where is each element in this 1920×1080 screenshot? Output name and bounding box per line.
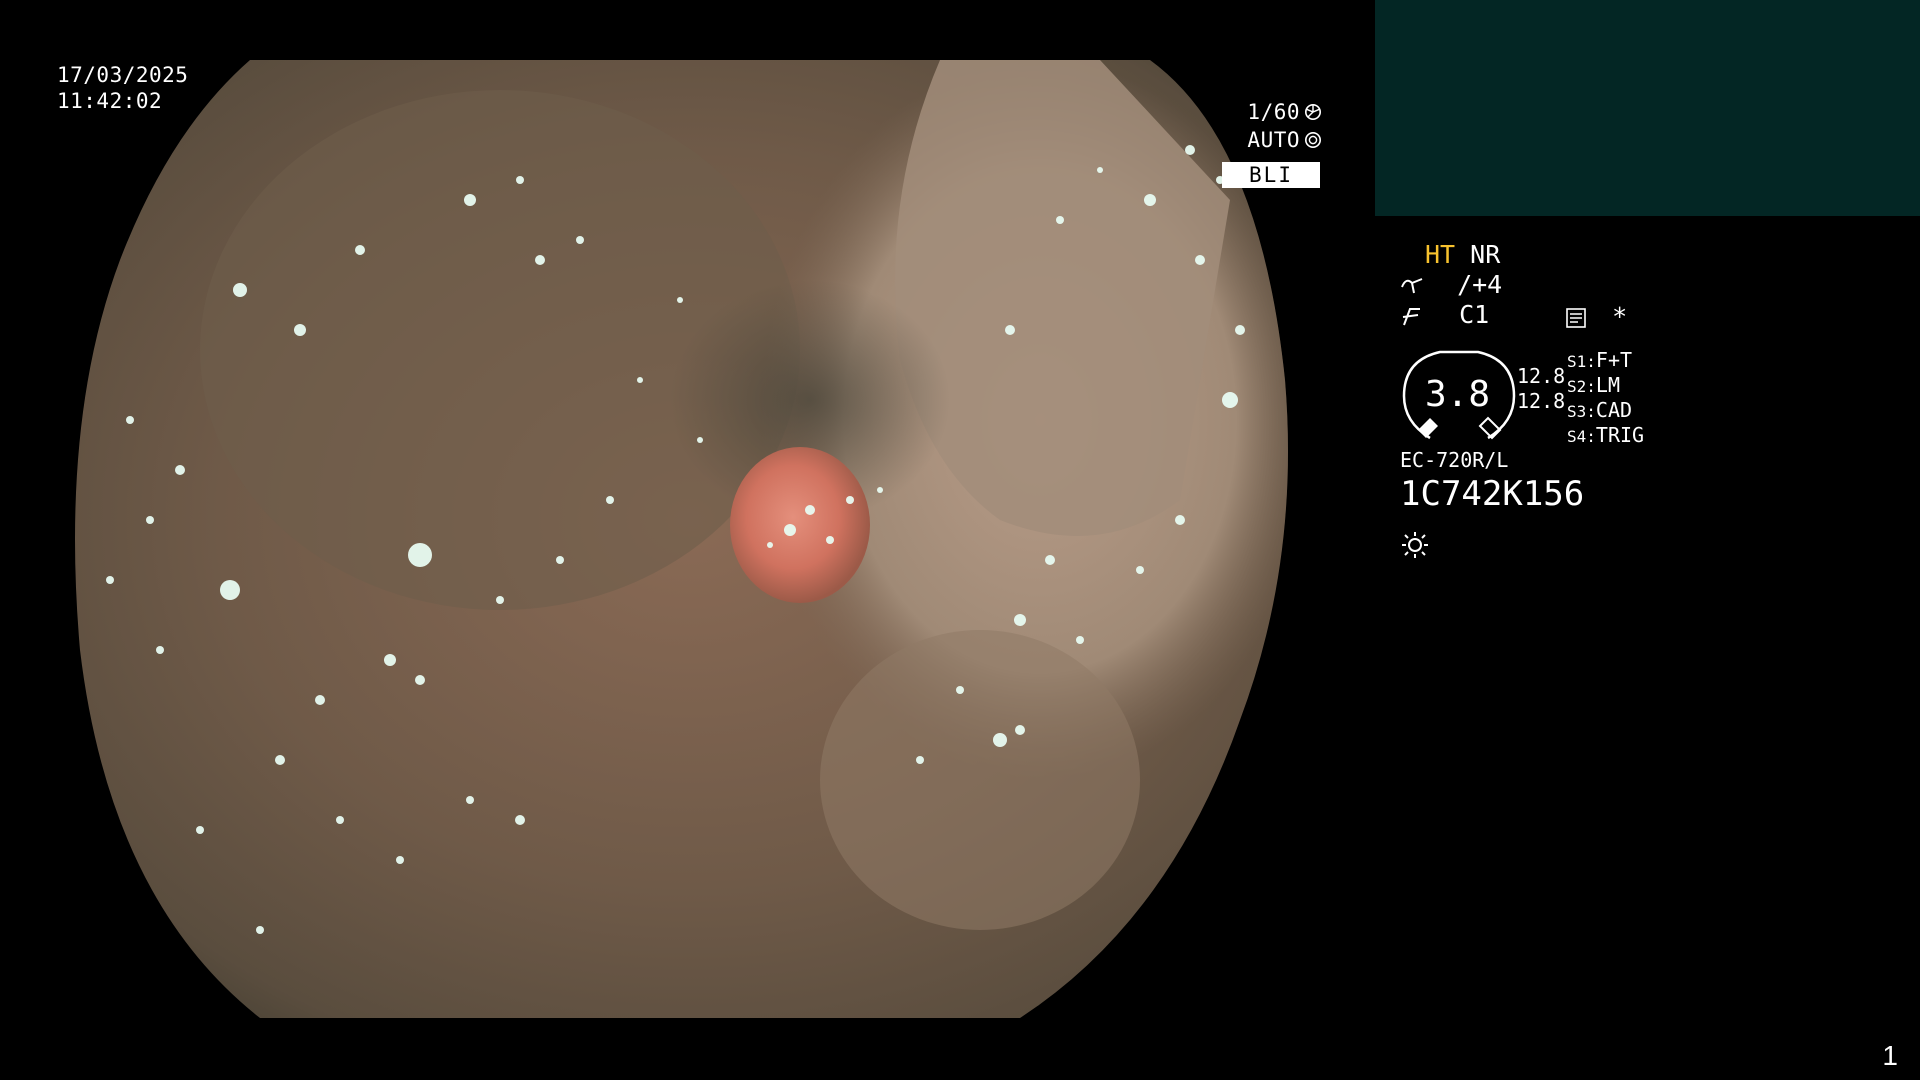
endoscope-view xyxy=(75,60,1288,1018)
color-mode-icon xyxy=(1402,308,1420,326)
switch-row: S4:TRIG xyxy=(1567,423,1644,448)
color-row: C1 xyxy=(1400,300,1489,330)
iris-icon xyxy=(1304,131,1322,149)
switch-row: S1:F+T xyxy=(1567,348,1644,373)
scale-top-value: 12.8 xyxy=(1517,364,1566,388)
image-preview-box xyxy=(1375,0,1920,216)
switch-value: LM xyxy=(1595,373,1620,397)
shutter-row: 1/60 xyxy=(1222,98,1322,126)
processing-flags: HT NR xyxy=(1425,240,1500,270)
switch-row: S3:CAD xyxy=(1567,398,1644,423)
frame-counter: 1 xyxy=(1882,1040,1898,1071)
switch-row: S2:LM xyxy=(1567,373,1644,398)
time-text: 11:42:02 xyxy=(57,89,163,113)
light-icon xyxy=(1402,532,1428,558)
exposure-readout: 1/60 AUTO xyxy=(1222,98,1322,154)
memo-icon xyxy=(1566,308,1586,328)
nr-flag: NR xyxy=(1470,240,1501,269)
switch-value: F+T xyxy=(1595,348,1633,372)
status-panel: HT NR /+4 C1 * 3.8 12.8 12.8 S1:F+T S2:L… xyxy=(1400,240,1900,640)
enhance-value: /+4 xyxy=(1457,270,1503,299)
switch-assignments: S1:F+T S2:LM S3:CAD S4:TRIG xyxy=(1567,348,1644,448)
shutter-value: 1/60 xyxy=(1247,99,1300,124)
switch-value: CAD xyxy=(1595,398,1633,422)
datetime-readout: 17/03/2025 11:42:02 xyxy=(57,62,188,114)
date-text: 17/03/2025 xyxy=(57,63,189,87)
memo-row: * xyxy=(1565,302,1627,332)
exposure-row: AUTO xyxy=(1222,126,1322,154)
switch-key: S1: xyxy=(1567,352,1596,371)
enhance-row: /+4 xyxy=(1400,270,1502,300)
switch-value: TRIG xyxy=(1595,423,1645,447)
exposure-value: AUTO xyxy=(1247,127,1300,152)
switch-key: S2: xyxy=(1567,377,1596,396)
enhance-icon xyxy=(1401,278,1423,294)
shutter-icon xyxy=(1304,103,1322,121)
asterisk-mark: * xyxy=(1612,302,1628,331)
ht-flag: HT xyxy=(1425,240,1456,269)
zoom-value: 3.8 xyxy=(1425,374,1491,415)
scope-model: EC-720R/L xyxy=(1400,448,1509,472)
color-value: C1 xyxy=(1459,300,1490,329)
scope-serial: 1C742K156 xyxy=(1400,474,1585,514)
scale-bottom-value: 12.8 xyxy=(1517,389,1566,413)
light-mode-badge: BLI xyxy=(1222,162,1320,188)
switch-key: S3: xyxy=(1567,402,1596,421)
switch-key: S4: xyxy=(1567,427,1596,446)
